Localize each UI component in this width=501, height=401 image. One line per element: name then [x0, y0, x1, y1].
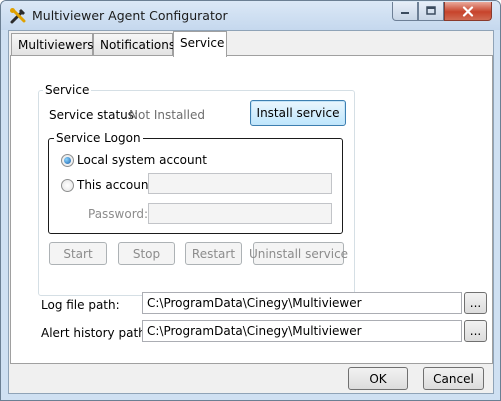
minimize-icon	[401, 12, 409, 14]
tab-multiviewers[interactable]: Multiviewers	[11, 33, 94, 55]
ok-button[interactable]: OK	[348, 367, 408, 390]
install-service-button[interactable]: Install service	[250, 100, 346, 126]
alert-history-path-field[interactable]: C:\ProgramData\Cinegy\Multiviewer	[142, 320, 462, 342]
uninstall-service-label: Uninstall service	[248, 246, 349, 261]
browse-label: ...	[469, 324, 482, 338]
start-button-label: Start	[63, 246, 93, 261]
dialog-client-area: Multiviewers Notifications Service Servi…	[8, 30, 494, 394]
service-status-label: Service status:	[49, 108, 139, 122]
ok-button-label: OK	[369, 371, 387, 386]
window-title: Multiviewer Agent Configurator	[32, 8, 228, 23]
title-bar[interactable]: Multiviewer Agent Configurator	[1, 1, 500, 30]
local-system-label[interactable]: Local system account	[77, 153, 207, 167]
start-button[interactable]: Start	[49, 242, 107, 265]
cancel-button-label: Cancel	[433, 371, 474, 386]
close-icon	[462, 5, 474, 17]
tab-label: Service	[180, 36, 225, 50]
log-file-path-label: Log file path:	[41, 298, 120, 312]
alert-history-path-label: Alert history path:	[41, 326, 150, 340]
tools-icon	[9, 7, 27, 25]
tab-label: Notifications	[100, 38, 176, 52]
service-status-value: Not Installed	[129, 108, 205, 122]
password-label: Password:	[88, 207, 149, 221]
local-system-radio[interactable]	[61, 154, 74, 167]
this-account-label[interactable]: This account	[77, 178, 153, 192]
account-field[interactable]	[148, 173, 332, 194]
maximize-button[interactable]	[418, 2, 444, 21]
browse-log-path-button[interactable]: ...	[464, 292, 487, 314]
close-button[interactable]	[444, 2, 492, 21]
cancel-button[interactable]: Cancel	[423, 367, 484, 390]
restart-button-label: Restart	[191, 246, 236, 261]
service-logon-label: Service Logon	[54, 131, 143, 145]
stop-button[interactable]: Stop	[118, 242, 175, 265]
dialog-button-bar: OK Cancel	[9, 364, 493, 393]
log-file-path-field[interactable]: C:\ProgramData\Cinegy\Multiviewer	[142, 292, 462, 314]
app-window: Multiviewer Agent Configurator Multiview…	[0, 0, 501, 401]
stop-button-label: Stop	[132, 246, 161, 261]
uninstall-service-button[interactable]: Uninstall service	[249, 242, 348, 265]
browse-label: ...	[469, 296, 482, 310]
minimize-button[interactable]	[392, 2, 418, 21]
service-tab-panel: Service Service status: Not Installed In…	[10, 55, 493, 364]
restart-button[interactable]: Restart	[185, 242, 242, 265]
install-service-label: Install service	[256, 106, 340, 120]
tab-label: Multiviewers	[18, 38, 94, 52]
tab-notifications[interactable]: Notifications	[93, 33, 176, 55]
password-field[interactable]	[148, 203, 332, 224]
tab-service[interactable]: Service	[173, 31, 227, 57]
service-group-label: Service	[43, 83, 92, 97]
this-account-radio[interactable]	[61, 179, 74, 192]
browse-alert-path-button[interactable]: ...	[464, 320, 487, 342]
maximize-icon	[426, 6, 436, 15]
